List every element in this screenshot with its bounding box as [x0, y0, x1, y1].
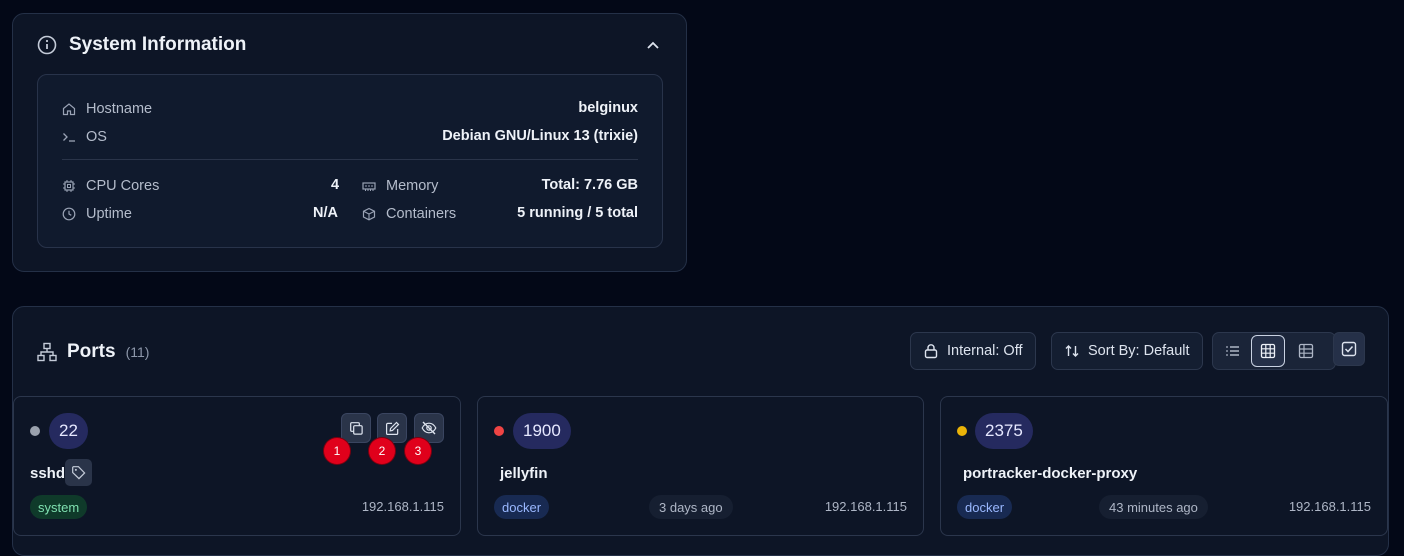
- memory-value: Total: 7.76 GB: [541, 177, 638, 193]
- port-number-badge[interactable]: 1900: [513, 413, 571, 449]
- cpu-row: CPU Cores: [62, 176, 159, 196]
- status-dot: [957, 426, 967, 436]
- source-tag: system: [30, 495, 88, 519]
- ports-title: Ports: [67, 341, 116, 362]
- memory-label: Memory: [386, 178, 439, 194]
- sort-label: Sort By: Default: [1088, 343, 1190, 359]
- port-card[interactable]: 2375 portracker-docker-proxy docker 43 m…: [940, 396, 1388, 536]
- os-label: OS: [86, 129, 107, 145]
- list-icon: [1226, 346, 1239, 356]
- uptime-value: N/A: [313, 205, 338, 221]
- tag-button[interactable]: [65, 459, 92, 486]
- port-number-badge[interactable]: 22: [49, 413, 88, 449]
- network-icon: [37, 342, 57, 362]
- grid-view-button[interactable]: [1251, 335, 1285, 367]
- copy-icon: [349, 421, 363, 435]
- table-icon: [1298, 343, 1314, 359]
- cpu-label: CPU Cores: [86, 178, 160, 194]
- internal-toggle-button[interactable]: Internal: Off: [910, 332, 1036, 370]
- last-seen: 3 days ago: [649, 495, 733, 519]
- eye-off-icon: [421, 421, 437, 435]
- host-ip: 192.168.1.115: [824, 499, 907, 514]
- checkbox-icon: [1341, 341, 1357, 357]
- port-card[interactable]: 22 sshd system 192.168.1.115 1 2 3: [13, 396, 461, 536]
- memory-row: Memory: [362, 176, 438, 196]
- cpu-value: 4: [331, 177, 340, 193]
- tag-icon: [72, 466, 86, 480]
- table-view-button[interactable]: [1289, 335, 1323, 367]
- select-mode-button[interactable]: [1333, 332, 1365, 366]
- uptime-row: Uptime: [62, 204, 132, 224]
- box-icon: [362, 207, 376, 221]
- service-name: portracker-docker-proxy: [963, 465, 1138, 482]
- system-details-card: Hostname belginux OS Debian GNU/Linux 13…: [37, 74, 663, 248]
- ports-count: (11): [125, 344, 150, 360]
- sort-icon: [1065, 345, 1079, 357]
- hostname-row: Hostname: [62, 99, 152, 119]
- system-information-header: System Information: [37, 34, 246, 56]
- status-dot: [494, 426, 504, 436]
- annotation-marker-3: 3: [405, 438, 431, 464]
- internal-toggle-label: Internal: Off: [947, 343, 1023, 359]
- annotation-marker-1: 1: [324, 438, 350, 464]
- status-dot: [30, 426, 40, 436]
- host-ip: 192.168.1.115: [361, 499, 444, 514]
- hostname-label: Hostname: [86, 101, 153, 117]
- view-mode-group: [1212, 332, 1336, 370]
- containers-label: Containers: [386, 206, 457, 222]
- port-card[interactable]: 1900 jellyfin docker 3 days ago 192.168.…: [477, 396, 924, 536]
- source-tag: docker: [494, 495, 550, 519]
- service-name: jellyfin: [500, 465, 548, 482]
- copy-button[interactable]: [341, 413, 371, 443]
- list-view-button[interactable]: [1216, 335, 1250, 367]
- divider: [62, 159, 638, 160]
- last-seen: 43 minutes ago: [1099, 495, 1208, 519]
- port-number-badge[interactable]: 2375: [975, 413, 1033, 449]
- containers-row: Containers: [362, 204, 456, 224]
- clock-icon: [62, 207, 76, 221]
- ports-header: Ports (11): [37, 341, 149, 363]
- annotation-marker-2: 2: [369, 438, 395, 464]
- os-row: OS: [62, 127, 107, 147]
- os-value: Debian GNU/Linux 13 (trixie): [442, 128, 638, 144]
- service-name: sshd: [30, 465, 66, 482]
- chevron-up-icon[interactable]: [644, 36, 662, 54]
- containers-value: 5 running / 5 total: [517, 205, 638, 221]
- sort-button[interactable]: Sort By: Default: [1051, 332, 1203, 370]
- grid-icon: [1260, 343, 1276, 359]
- lock-icon: [924, 344, 938, 359]
- edit-icon: [385, 421, 399, 435]
- cpu-icon: [63, 180, 75, 192]
- system-information-panel: System Information Hostname belginux OS …: [12, 13, 687, 272]
- info-icon: [37, 35, 57, 55]
- host-ip: 192.168.1.115: [1288, 499, 1371, 514]
- terminal-icon: [63, 133, 75, 142]
- system-information-title: System Information: [69, 34, 247, 55]
- memory-icon: [362, 182, 376, 191]
- hostname-value: belginux: [578, 100, 638, 116]
- source-tag: docker: [957, 495, 1013, 519]
- home-icon: [62, 103, 76, 116]
- uptime-label: Uptime: [86, 206, 132, 222]
